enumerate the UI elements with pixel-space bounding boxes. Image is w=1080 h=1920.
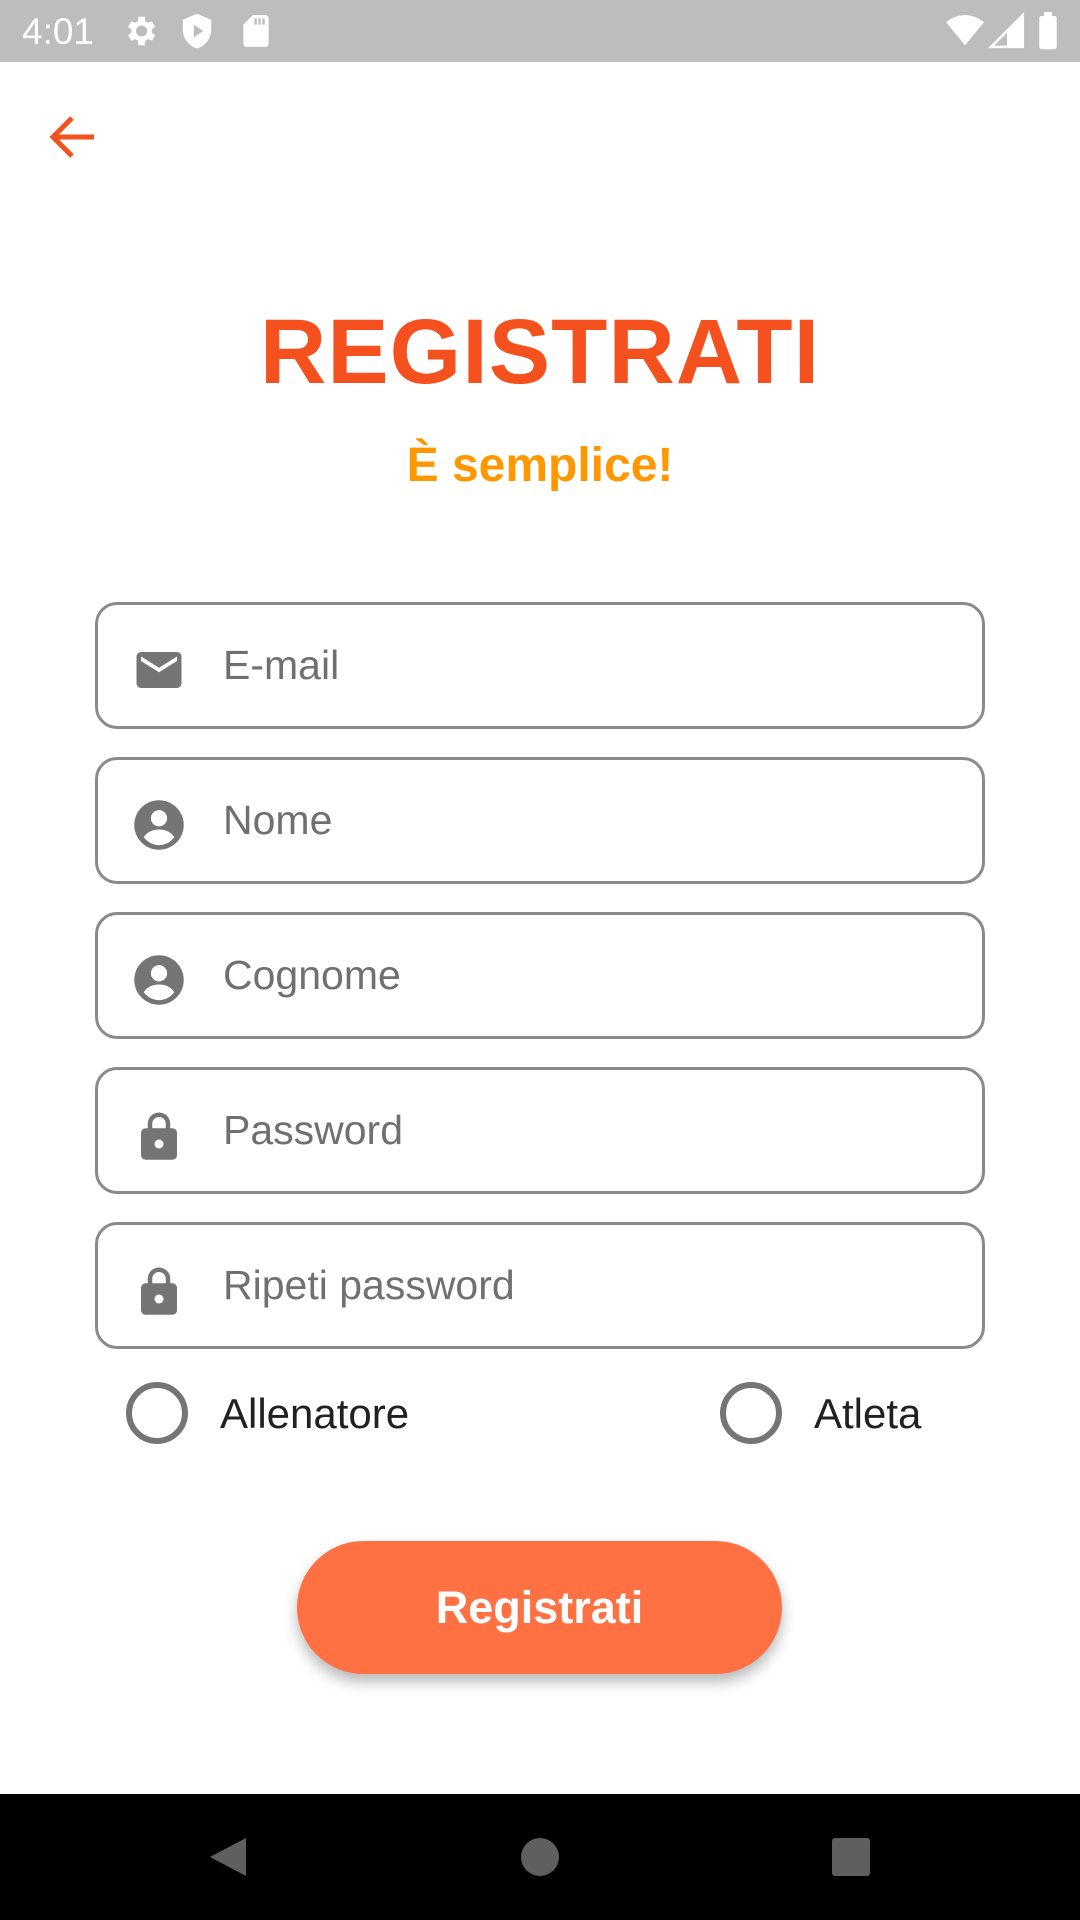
email-field[interactable]: E-mail [95,602,985,729]
email-placeholder: E-mail [223,642,340,688]
page-title: REGISTRATI [259,301,821,403]
status-bar: 4:01 [0,0,1080,62]
radio-label: Allenatore [220,1390,410,1437]
account-icon [134,955,184,1005]
account-icon [134,800,184,850]
nav-recents-icon[interactable] [818,1824,884,1890]
name-placeholder: Nome [223,797,333,843]
radio-circle[interactable] [720,1382,782,1444]
email-icon [136,652,182,688]
page-subtitle: È semplice! [406,439,674,492]
navigation-bar [0,1794,1080,1920]
register-button[interactable]: Registrati [297,1541,782,1674]
lock-icon [141,1112,177,1160]
repeat-password-field[interactable]: Ripeti password [95,1222,985,1349]
password-field[interactable]: Password [95,1067,985,1194]
surname-placeholder: Cognome [223,952,401,998]
status-time: 4:01 [22,11,95,52]
radio-allenatore[interactable]: Allenatore [126,1380,466,1446]
shield-icon [182,13,212,49]
signal-icon [988,12,1025,49]
nav-home-icon[interactable] [507,1824,573,1890]
radio-label: Atleta [814,1390,922,1437]
wifi-icon [946,15,984,46]
sd-card-icon [243,15,269,47]
repeat-password-placeholder: Ripeti password [223,1262,515,1308]
surname-field[interactable]: Cognome [95,912,985,1039]
radio-atleta[interactable]: Atleta [720,1380,960,1446]
lock-icon [141,1267,177,1315]
nav-back-icon[interactable] [196,1824,262,1890]
settings-icon [127,16,156,46]
name-field[interactable]: Nome [95,757,985,884]
battery-icon [1039,12,1057,50]
radio-circle[interactable] [126,1382,188,1444]
password-placeholder: Password [223,1107,404,1153]
back-button[interactable] [44,110,104,164]
